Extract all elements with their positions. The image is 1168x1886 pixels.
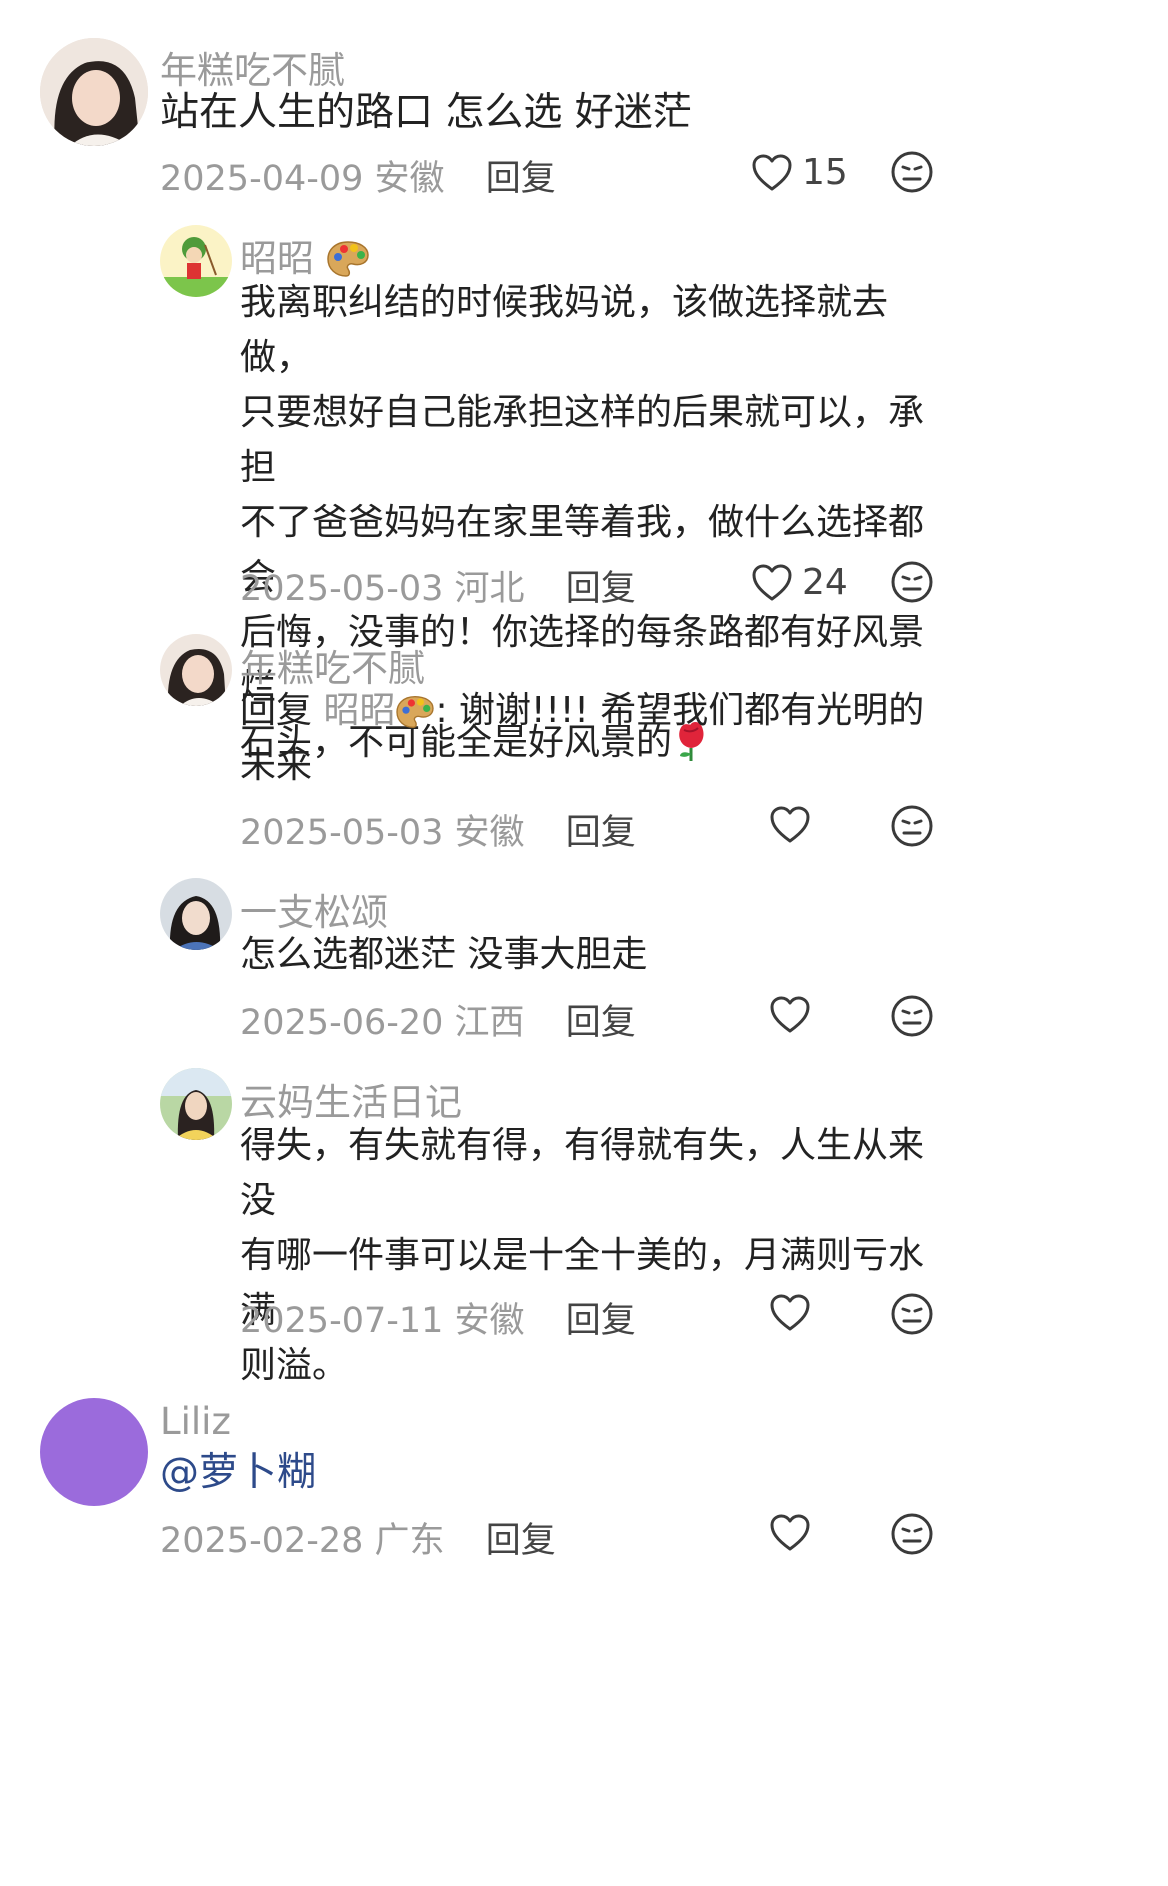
comment-location: 河北	[454, 569, 525, 609]
heart-outline-icon	[770, 1294, 810, 1332]
comment-text: 回复 昭昭: 谢谢!!!! 希望我们都有光明的 未来	[240, 690, 925, 786]
palette-emoji	[326, 239, 370, 279]
dislike-button[interactable]	[890, 804, 938, 852]
comment-text: 得失，有失就有得，有得就有失，人生从来没 有哪一件事可以是十全十美的，月满则亏水…	[240, 1125, 925, 1386]
comment-text: 我离职纠结的时候我妈说，该做选择就去做， 只要想好自己能承担这样的后果就可以，承…	[240, 282, 925, 763]
reply-to-user[interactable]: 昭昭	[323, 690, 395, 731]
like-button[interactable]: 15	[752, 152, 848, 193]
comment-meta: 2025-04-09 安徽 回复	[160, 150, 556, 201]
avatar[interactable]	[160, 634, 232, 706]
like-button[interactable]	[770, 1514, 810, 1552]
comment-location: 江西	[454, 1003, 525, 1043]
reply-button[interactable]: 回复	[566, 813, 636, 853]
dislike-button[interactable]	[890, 150, 938, 198]
comment-location: 安徽	[374, 159, 445, 199]
like-button[interactable]	[770, 1294, 810, 1332]
comment-meta: 2025-05-03 河北 回复	[240, 560, 636, 611]
meh-face-icon	[891, 1293, 933, 1335]
comment-text: @萝卜糊	[160, 1450, 317, 1495]
heart-outline-icon	[770, 1514, 810, 1552]
comment-meta: 2025-06-20 江西 回复	[240, 994, 636, 1045]
comment-location: 安徽	[454, 813, 525, 853]
heart-outline-icon	[770, 806, 810, 844]
comment-date: 2025-07-11	[240, 1301, 444, 1341]
comment-date: 2025-06-20	[240, 1003, 444, 1043]
like-button[interactable]	[770, 996, 810, 1034]
avatar[interactable]	[160, 1068, 232, 1140]
like-button[interactable]: 24	[752, 562, 848, 603]
comment-date: 2025-04-09	[160, 159, 364, 199]
comment-meta: 2025-07-11 安徽 回复	[240, 1292, 636, 1343]
username[interactable]: Liliz	[160, 1400, 231, 1443]
comment-meta: 2025-05-03 安徽 回复	[240, 804, 636, 855]
avatar[interactable]	[160, 225, 232, 297]
reply-prefix: 回复	[240, 690, 313, 731]
reply-button[interactable]: 回复	[566, 569, 636, 609]
meh-face-icon	[891, 1513, 933, 1555]
comment-meta: 2025-02-28 广东 回复	[160, 1512, 556, 1563]
comment-text: 站在人生的路口 怎么选 好迷茫	[160, 90, 692, 135]
like-count: 24	[802, 562, 848, 603]
reply-button[interactable]: 回复	[566, 1003, 636, 1043]
reply-button[interactable]: 回复	[486, 1521, 556, 1561]
heart-outline-icon	[770, 996, 810, 1034]
avatar[interactable]	[40, 1398, 148, 1506]
meh-face-icon	[891, 995, 933, 1037]
like-count: 15	[802, 152, 848, 193]
palette-emoji	[395, 694, 435, 730]
comment-location: 广东	[374, 1521, 445, 1561]
username[interactable]: 昭昭	[240, 228, 370, 282]
meh-face-icon	[891, 805, 933, 847]
reply-button[interactable]: 回复	[566, 1301, 636, 1341]
meh-face-icon	[891, 561, 933, 603]
reply-button[interactable]: 回复	[486, 159, 556, 199]
avatar[interactable]	[160, 878, 232, 950]
dislike-button[interactable]	[890, 1292, 938, 1340]
comment-date: 2025-05-03	[240, 813, 444, 853]
dislike-button[interactable]	[890, 1512, 938, 1560]
heart-outline-icon	[752, 564, 792, 602]
meh-face-icon	[891, 151, 933, 193]
comment-text: 怎么选都迷茫 没事大胆走	[240, 934, 648, 975]
comment-date: 2025-05-03	[240, 569, 444, 609]
comment-date: 2025-02-28	[160, 1521, 364, 1561]
heart-outline-icon	[752, 154, 792, 192]
avatar[interactable]	[40, 38, 148, 146]
like-button[interactable]	[770, 806, 810, 844]
dislike-button[interactable]	[890, 994, 938, 1042]
comment-location: 安徽	[454, 1301, 525, 1341]
dislike-button[interactable]	[890, 560, 938, 608]
